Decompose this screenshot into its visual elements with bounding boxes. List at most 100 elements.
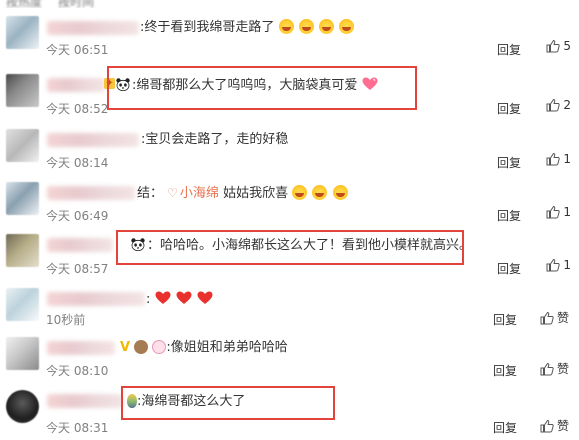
thumbs-up-icon bbox=[546, 98, 561, 112]
comment-row: : 10秒前 回复 赞 bbox=[0, 280, 579, 330]
reply-button[interactable]: 回复 bbox=[493, 419, 517, 436]
comment-text: :绵哥都那么大了呜呜呜，大脑袋真可爱 bbox=[116, 77, 379, 94]
like-label: 赞 bbox=[556, 419, 569, 433]
avatar[interactable] bbox=[6, 337, 39, 370]
panda-emoji-icon bbox=[131, 238, 145, 251]
avatar[interactable] bbox=[6, 288, 39, 321]
vip-badge: ✦ bbox=[104, 78, 115, 89]
like-count: 1 bbox=[563, 205, 571, 219]
thumbs-up-icon bbox=[546, 39, 561, 53]
like-count: 1 bbox=[563, 258, 571, 272]
reply-button[interactable]: 回复 bbox=[497, 154, 521, 171]
like-button[interactable]: 5 bbox=[546, 39, 571, 53]
comment-text: :海绵哥都这么大了 bbox=[127, 394, 245, 410]
mention-link[interactable]: 小海绵 bbox=[180, 186, 219, 201]
comment-prefix: 结： bbox=[137, 186, 164, 201]
like-button[interactable]: 1 bbox=[546, 152, 571, 166]
laughing-emoji-icon bbox=[292, 185, 308, 200]
comment-time: 10秒前 bbox=[46, 313, 86, 327]
laughing-emoji-icon bbox=[278, 19, 294, 34]
like-count: 2 bbox=[563, 98, 571, 112]
comment-body: : bbox=[146, 292, 151, 307]
thumbs-up-icon bbox=[540, 419, 554, 433]
blurred-username[interactable] bbox=[47, 21, 139, 35]
reply-button[interactable]: 回复 bbox=[493, 311, 517, 328]
heart-emoji-icon bbox=[197, 291, 213, 304]
reply-button[interactable]: 回复 bbox=[497, 100, 521, 117]
comment-text: 结： ♡ 小海绵 姑姑我欣喜 bbox=[137, 185, 349, 202]
thumbs-up-icon bbox=[540, 362, 554, 376]
comment-body: :终于看到我绵哥走路了 bbox=[140, 20, 275, 35]
avatar[interactable] bbox=[6, 182, 39, 215]
comment-text: : bbox=[146, 291, 214, 308]
comment-text: :宝贝会走路了，走的好稳 bbox=[141, 132, 289, 147]
reply-button[interactable]: 回复 bbox=[497, 207, 521, 224]
heart-emoji-icon bbox=[362, 77, 378, 90]
avatar[interactable] bbox=[6, 74, 39, 107]
heart-emoji-icon bbox=[155, 291, 171, 304]
comment-row: ：哈哈哈。小海绵都长这么大了！看到他小模样就高兴。 今天 08:57 回复 1 bbox=[0, 227, 579, 281]
comment-time: 今天 08:10 bbox=[46, 364, 109, 378]
comment-time: 今天 08:52 bbox=[46, 102, 109, 116]
verified-v-icon: V bbox=[120, 340, 131, 355]
like-count: 1 bbox=[563, 152, 571, 166]
avatar[interactable] bbox=[6, 234, 39, 267]
reply-button[interactable]: 回复 bbox=[497, 260, 521, 277]
comment-text: ：哈哈哈。小海绵都长这么大了！看到他小模样就高兴。 bbox=[131, 238, 472, 254]
like-label: 赞 bbox=[556, 362, 569, 376]
like-count: 5 bbox=[563, 39, 571, 53]
comment-body: :绵哥都那么大了呜呜呜，大脑袋真可爱 bbox=[132, 78, 358, 93]
comment-body: ：哈哈哈。小海绵都长这么大了！看到他小模样就高兴。 bbox=[147, 238, 473, 253]
blurred-username[interactable] bbox=[47, 394, 123, 408]
comment-row: :宝贝会走路了，走的好稳 今天 08:14 回复 1 bbox=[0, 122, 579, 176]
thumbs-up-icon bbox=[546, 152, 561, 166]
laughing-emoji-icon bbox=[338, 19, 354, 34]
monkey-emoji-icon bbox=[134, 340, 149, 354]
panda-emoji-icon bbox=[116, 78, 130, 91]
thumbs-up-icon bbox=[546, 258, 561, 272]
comment-time: 今天 06:49 bbox=[46, 209, 109, 223]
blurred-username[interactable] bbox=[47, 341, 115, 355]
comment-row: ✦ :绵哥都那么大了呜呜呜，大脑袋真可爱 今天 08:52 回复 2 bbox=[0, 64, 579, 123]
comment-time: 今天 08:31 bbox=[46, 421, 109, 435]
comment-time: 今天 06:51 bbox=[46, 43, 109, 57]
laughing-emoji-icon bbox=[332, 185, 348, 200]
thumbs-up-icon bbox=[546, 205, 561, 219]
laughing-emoji-icon bbox=[312, 185, 328, 200]
reply-button[interactable]: 回复 bbox=[493, 362, 517, 379]
comment-text: V :像姐姐和弟弟哈哈哈 bbox=[120, 340, 288, 356]
like-button[interactable]: 1 bbox=[546, 258, 571, 272]
thumbs-up-icon bbox=[540, 311, 554, 325]
comment-row: :海绵哥都这么大了 今天 08:31 回复 赞 bbox=[0, 380, 579, 440]
balloon-emoji-icon bbox=[127, 394, 137, 408]
like-button[interactable]: 2 bbox=[546, 98, 571, 112]
comment-list: :终于看到我绵哥走路了 今天 06:51 回复 5 ✦:绵哥都那么大了呜呜呜，… bbox=[0, 8, 579, 440]
comment-body: 姑姑我欣喜 bbox=[218, 186, 289, 201]
comment-row: 结： ♡ 小海绵 姑姑我欣喜 今天 06:49 回复 1 bbox=[0, 175, 579, 228]
blurred-username[interactable] bbox=[47, 292, 145, 306]
comment-text: :终于看到我绵哥走路了 bbox=[140, 19, 355, 36]
like-button[interactable]: 赞 bbox=[540, 417, 569, 434]
like-button[interactable]: 赞 bbox=[540, 309, 569, 326]
blurred-username[interactable] bbox=[47, 186, 135, 200]
pig-emoji-icon bbox=[152, 340, 167, 354]
blurred-username[interactable] bbox=[47, 133, 139, 147]
like-button[interactable]: 赞 bbox=[540, 360, 569, 377]
blurred-username[interactable] bbox=[47, 238, 113, 252]
avatar[interactable] bbox=[6, 16, 39, 49]
laughing-emoji-icon bbox=[298, 19, 314, 34]
heart-emoji-icon bbox=[176, 291, 192, 304]
weibo-comments-page: 按热度 按时间 :终于看到我绵哥走路了 今天 06:51 回复 5 ✦:绵哥都… bbox=[0, 0, 579, 440]
comment-time: 今天 08:57 bbox=[46, 262, 109, 276]
comment-row: V :像姐姐和弟弟哈哈哈 今天 08:10 回复 赞 bbox=[0, 329, 579, 381]
comment-time: 今天 08:14 bbox=[46, 156, 109, 170]
comment-body: :海绵哥都这么大了 bbox=[137, 394, 246, 409]
like-button[interactable]: 1 bbox=[546, 205, 571, 219]
comment-row: :终于看到我绵哥走路了 今天 06:51 回复 5 bbox=[0, 8, 579, 65]
avatar[interactable] bbox=[6, 390, 39, 423]
blurred-username[interactable] bbox=[47, 78, 105, 92]
avatar[interactable] bbox=[6, 129, 39, 162]
like-label: 赞 bbox=[556, 311, 569, 325]
reply-button[interactable]: 回复 bbox=[497, 41, 521, 58]
mention-icon: ♡ bbox=[167, 186, 178, 200]
